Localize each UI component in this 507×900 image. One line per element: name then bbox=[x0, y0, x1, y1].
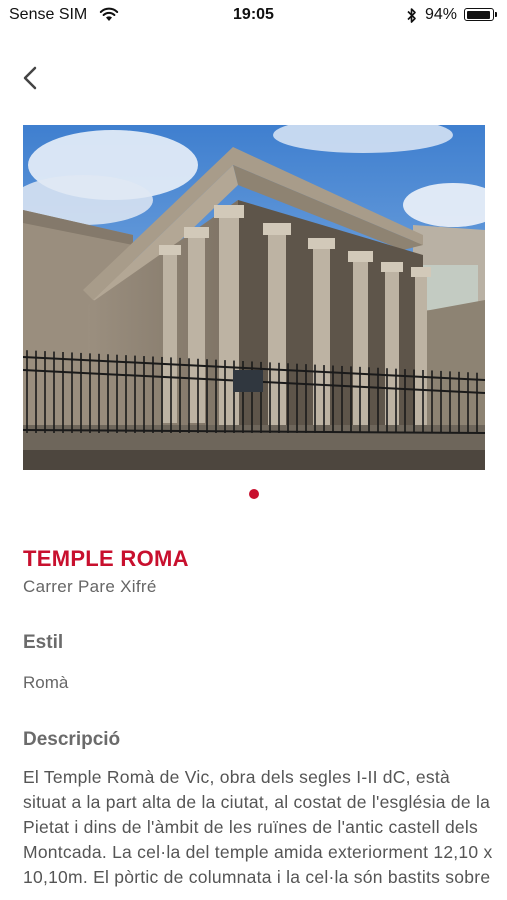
style-value: Romà bbox=[23, 673, 69, 692]
description-heading: Descripció bbox=[23, 729, 121, 750]
status-bar: Sense SIM 19:05 94% bbox=[0, 0, 507, 30]
monument-photo[interactable] bbox=[23, 125, 485, 470]
monument-title: TEMPLE ROMA bbox=[23, 546, 189, 571]
battery-tip bbox=[495, 12, 497, 17]
description-text: El Temple Romà de Vic, obra dels segles … bbox=[23, 767, 493, 887]
style-heading: Estil bbox=[23, 632, 64, 653]
carousel-page-dot[interactable] bbox=[249, 489, 259, 499]
monument-address: Carrer Pare Xifré bbox=[23, 577, 157, 596]
temple-image bbox=[23, 125, 485, 470]
bluetooth-icon bbox=[407, 8, 416, 23]
back-button[interactable] bbox=[18, 62, 48, 94]
battery-percent: 94% bbox=[425, 6, 458, 23]
battery-icon bbox=[464, 8, 494, 21]
chevron-left-icon bbox=[23, 66, 37, 90]
